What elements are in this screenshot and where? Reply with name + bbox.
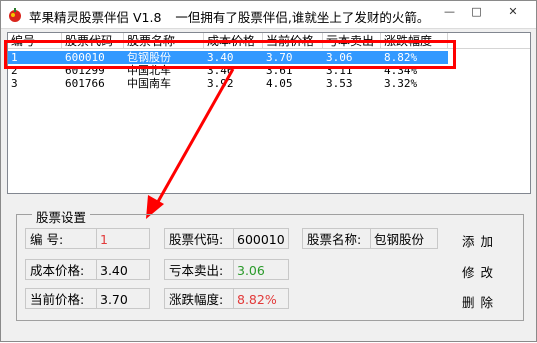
cell-current: 4.05 [266,77,293,90]
name-label: 股票名称: [302,228,372,249]
code-label: 股票代码: [164,228,234,249]
cost-label: 成本价格: [25,259,97,280]
edit-button[interactable]: 修改 [462,262,499,281]
annotation-highlight-box [4,40,456,69]
current-label: 当前价格: [25,288,97,309]
title-bar[interactable]: 苹果精灵股票伴侣 V1.8 一但拥有了股票伴侣,谁就坐上了发财的火箭。 — □ ✕ [1,1,536,29]
delete-button[interactable]: 删除 [462,292,499,311]
loss-label: 亏本卖出: [164,259,234,280]
cost-field[interactable]: 3.40 [96,259,150,280]
id-label: 编 号: [25,228,97,249]
maximize-button[interactable]: □ [463,1,490,21]
cell-loss: 3.53 [326,77,353,90]
current-field[interactable]: 3.70 [96,288,150,309]
close-button[interactable]: ✕ [490,1,536,21]
app-window: 苹果精灵股票伴侣 V1.8 一但拥有了股票伴侣,谁就坐上了发财的火箭。 — □ ✕… [0,0,537,342]
cell-change: 3.32% [384,77,418,90]
name-field[interactable]: 包钢股份 [370,228,438,249]
window-controls: — □ ✕ [436,1,536,23]
cell-name: 中国南车 [127,77,171,90]
change-label: 涨跌幅度: [164,288,234,309]
change-field[interactable]: 8.82% [233,288,289,309]
apple-logo-icon [9,8,21,22]
loss-field[interactable]: 3.06 [233,259,289,280]
code-field[interactable]: 600010 [233,228,289,249]
id-field[interactable]: 1 [96,228,150,249]
group-title: 股票设置 [32,207,91,226]
cell-cost: 3.92 [207,77,234,90]
table-row[interactable]: 3 601766 中国南车 3.92 4.05 3.53 3.32% [8,77,448,90]
app-title: 苹果精灵股票伴侣 V1.8 [29,10,162,25]
minimize-button[interactable]: — [436,1,463,21]
app-slogan: 一但拥有了股票伴侣,谁就坐上了发财的火箭。 [175,10,430,25]
add-button[interactable]: 添加 [462,231,499,250]
window-title: 苹果精灵股票伴侣 V1.8 一但拥有了股票伴侣,谁就坐上了发财的火箭。 [29,7,429,26]
cell-id: 3 [11,77,18,90]
cell-code: 601766 [65,77,105,90]
